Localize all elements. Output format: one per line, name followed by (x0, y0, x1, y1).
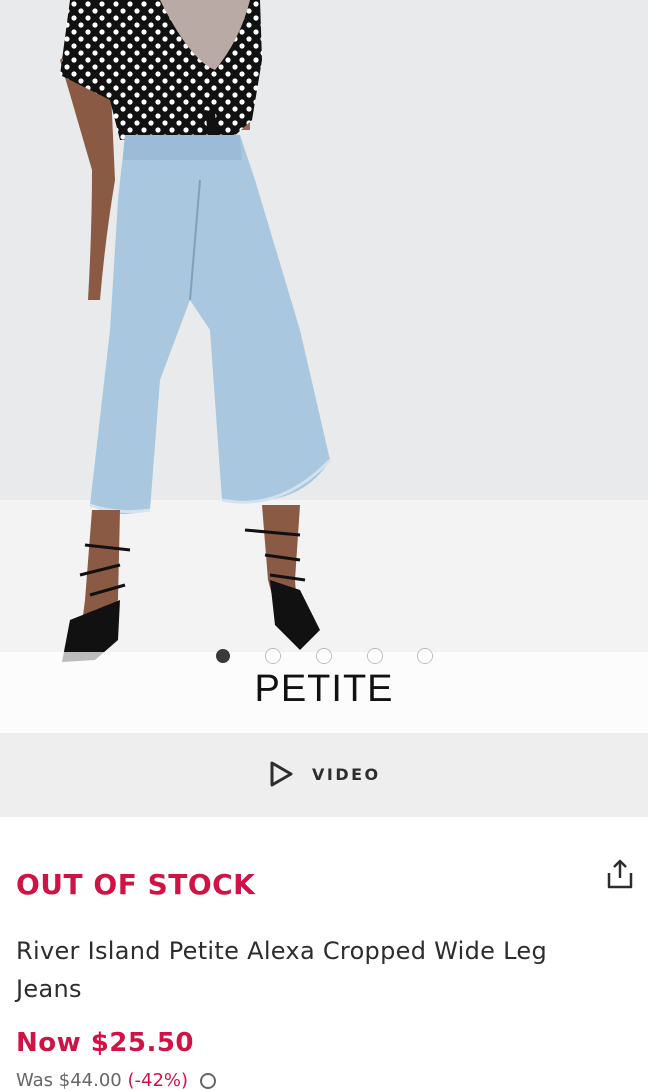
carousel-dot[interactable] (368, 649, 382, 663)
info-icon[interactable] (199, 1073, 216, 1089)
carousel-dot[interactable] (266, 649, 280, 663)
current-price: Now $25.50 (16, 1028, 195, 1058)
video-label: VIDEO (312, 764, 381, 784)
carousel-dot[interactable] (216, 649, 230, 663)
carousel-dot[interactable] (418, 649, 432, 663)
previous-price-line: Was $44.00 (-42%) (16, 1070, 216, 1091)
share-icon[interactable] (604, 858, 636, 890)
petite-badge: PETITE (254, 668, 394, 710)
discount-percent: (-42%) (127, 1070, 189, 1091)
was-price: Was $44.00 (16, 1070, 122, 1091)
play-video-button[interactable]: VIDEO (266, 758, 381, 790)
carousel-dot[interactable] (317, 649, 331, 663)
stock-status: OUT OF STOCK (16, 868, 256, 901)
play-outline-icon (270, 761, 293, 787)
carousel-pagination[interactable] (0, 647, 648, 669)
product-image-gallery[interactable] (0, 0, 648, 733)
product-title: River Island Petite Alexa Cropped Wide L… (16, 937, 548, 1003)
product-photo (60, 0, 332, 662)
